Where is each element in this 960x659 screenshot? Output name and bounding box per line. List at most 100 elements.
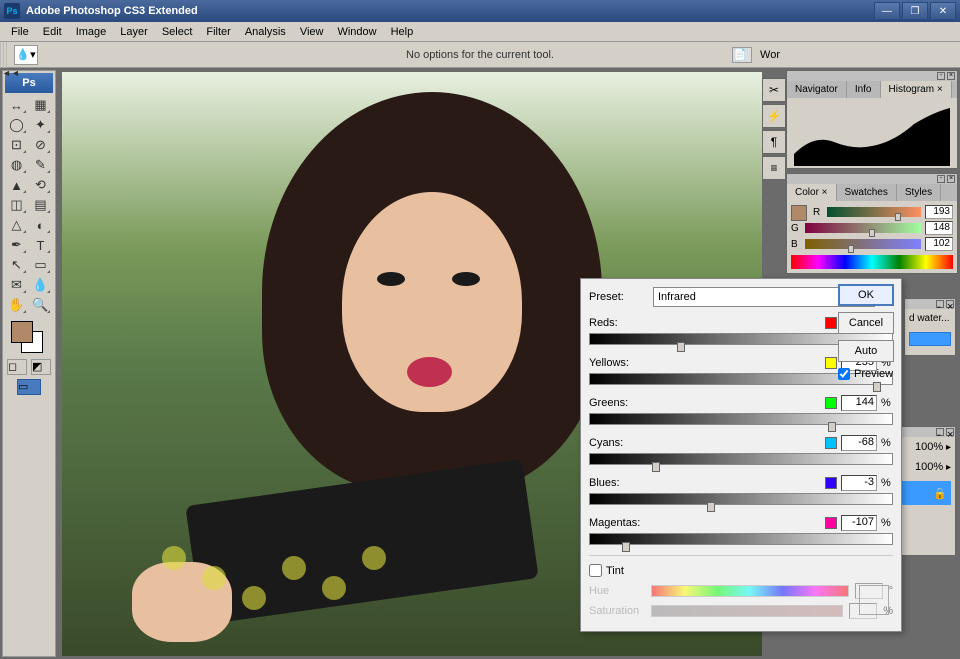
menu-help[interactable]: Help — [384, 24, 421, 40]
dock-button-2[interactable]: ⚡ — [762, 104, 786, 128]
stamp-tool[interactable]: ▲ — [5, 175, 28, 195]
degree-symbol: ° — [889, 585, 893, 597]
move-tool[interactable]: ↔ — [5, 95, 28, 115]
tab-swatches[interactable]: Swatches — [837, 184, 897, 201]
zoom-tool[interactable]: 🔍 — [29, 295, 52, 315]
workspace-label[interactable]: Wor — [760, 49, 780, 61]
type-tool[interactable]: T — [29, 235, 52, 255]
wand-tool[interactable]: ✦ — [29, 115, 52, 135]
channel-value-input[interactable]: -68 — [841, 435, 877, 451]
workspace-icon[interactable]: 📄 — [732, 47, 752, 63]
tab-styles[interactable]: Styles — [897, 184, 941, 201]
brush-tool[interactable]: ✎ — [29, 155, 52, 175]
shape-tool[interactable]: ▭ — [29, 255, 52, 275]
stub-blue-bar[interactable] — [909, 332, 951, 346]
cancel-button[interactable]: Cancel — [838, 312, 894, 334]
channel-value-input[interactable]: 144 — [841, 395, 877, 411]
tab-navigator[interactable]: Navigator — [787, 81, 847, 98]
dock-button-4[interactable]: ≡ — [762, 156, 786, 180]
canvas-content — [452, 272, 480, 286]
ok-button[interactable]: OK — [838, 284, 894, 306]
menu-file[interactable]: File — [4, 24, 36, 40]
standard-mode-button[interactable]: ◻ — [7, 359, 27, 375]
stub-panel-layers: -× 100% ▸ 100% ▸ 🔒 — [896, 426, 956, 556]
fill-value[interactable]: 100% — [915, 461, 943, 473]
color-fg-swatch[interactable] — [791, 205, 807, 221]
mini-dock: ✂ ⚡ ¶ ≡ — [762, 78, 786, 180]
marquee-tool[interactable]: ▦ — [29, 95, 52, 115]
panel-minimize-icon[interactable]: - — [937, 72, 945, 80]
histogram-display — [787, 98, 957, 168]
slice-tool[interactable]: ⊘ — [29, 135, 52, 155]
channel-slider[interactable] — [589, 413, 893, 425]
tool-preset-picker[interactable]: 💧▾ — [14, 45, 38, 65]
minimize-button[interactable]: — — [874, 2, 900, 20]
channel-slider-B[interactable] — [805, 239, 921, 249]
menu-edit[interactable]: Edit — [36, 24, 69, 40]
color-picker-fgbg[interactable] — [5, 319, 53, 355]
panel-close-icon[interactable]: × — [947, 72, 955, 80]
pen-tool[interactable]: ✒ — [5, 235, 28, 255]
panel-minimize-icon[interactable]: - — [936, 428, 944, 436]
channel-label: Magentas: — [589, 517, 649, 529]
tab-info[interactable]: Info — [847, 81, 881, 98]
notes-tool[interactable]: ✉ — [5, 275, 28, 295]
color-spectrum[interactable] — [791, 255, 953, 269]
dock-button-1[interactable]: ✂ — [762, 78, 786, 102]
tab-histogram[interactable]: Histogram × — [881, 81, 952, 98]
channel-value-R[interactable]: 193 — [925, 205, 953, 219]
opacity-value[interactable]: 100% — [915, 441, 943, 453]
options-grip[interactable] — [0, 42, 8, 68]
channel-slider-R[interactable] — [827, 207, 921, 217]
panel-minimize-icon[interactable]: - — [937, 175, 945, 183]
quickmask-mode-button[interactable]: ◩ — [31, 359, 51, 375]
dodge-tool[interactable]: ◐ — [29, 215, 52, 235]
eraser-tool[interactable]: ◫ — [5, 195, 28, 215]
channel-value-B[interactable]: 102 — [925, 237, 953, 251]
auto-button[interactable]: Auto — [838, 340, 894, 362]
panel-close-icon[interactable]: × — [946, 300, 954, 308]
menu-select[interactable]: Select — [155, 24, 200, 40]
preset-value: Infrared — [658, 291, 696, 303]
screen-mode-button[interactable]: ▭ — [17, 379, 41, 395]
close-button[interactable]: ✕ — [930, 2, 956, 20]
channel-swatch — [825, 437, 837, 449]
hand-tool[interactable]: ✋ — [5, 295, 28, 315]
healing-tool[interactable]: ◍ — [5, 155, 28, 175]
menu-analysis[interactable]: Analysis — [238, 24, 293, 40]
channel-slider[interactable] — [589, 533, 893, 545]
menu-filter[interactable]: Filter — [199, 24, 237, 40]
panel-close-icon[interactable]: × — [946, 428, 954, 436]
channel-slider[interactable] — [589, 493, 893, 505]
crop-tool[interactable]: ⊡ — [5, 135, 28, 155]
dock-button-3[interactable]: ¶ — [762, 130, 786, 154]
channel-value-input[interactable]: -107 — [841, 515, 877, 531]
blur-tool[interactable]: △ — [5, 215, 28, 235]
foreground-color-swatch[interactable] — [11, 321, 33, 343]
channel-value-input[interactable]: -3 — [841, 475, 877, 491]
options-bar: 💧▾ No options for the current tool. 📄 Wo… — [0, 42, 960, 68]
channel-slider[interactable] — [589, 453, 893, 465]
gradient-tool[interactable]: ▤ — [29, 195, 52, 215]
tint-checkbox[interactable] — [589, 564, 602, 577]
history-brush-tool[interactable]: ⟲ — [29, 175, 52, 195]
maximize-button[interactable]: ❐ — [902, 2, 928, 20]
channel-slider-G[interactable] — [805, 223, 921, 233]
menu-layer[interactable]: Layer — [113, 24, 155, 40]
app-icon: Ps — [4, 3, 20, 19]
menu-image[interactable]: Image — [69, 24, 114, 40]
toolbox-collapse-arrow-icon[interactable]: ◄◄ — [2, 68, 20, 78]
panel-close-icon[interactable]: × — [947, 175, 955, 183]
lasso-tool[interactable]: ◯ — [5, 115, 28, 135]
eyedropper-tool[interactable]: 💧 — [29, 275, 52, 295]
layer-row[interactable]: 🔒 — [901, 481, 951, 505]
preview-checkbox[interactable] — [838, 368, 850, 380]
path-select-tool[interactable]: ↖ — [5, 255, 28, 275]
channel-value-G[interactable]: 148 — [925, 221, 953, 235]
canvas-content — [142, 536, 442, 636]
channel-swatch — [825, 357, 837, 369]
menu-window[interactable]: Window — [330, 24, 383, 40]
tab-color[interactable]: Color × — [787, 184, 837, 201]
panel-minimize-icon[interactable]: - — [936, 300, 944, 308]
menu-view[interactable]: View — [293, 24, 331, 40]
